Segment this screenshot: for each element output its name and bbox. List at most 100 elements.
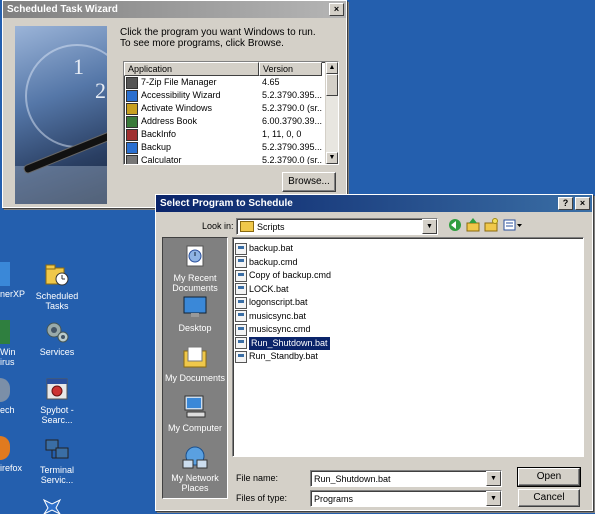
file-item[interactable]: Run_Shutdown.bat [235,335,331,351]
application-version: 4.65 [262,77,280,87]
application-name: 7-Zip File Manager [141,77,217,87]
instruction-line-2: To see more programs, click Browse. [120,38,284,49]
place-my-documents[interactable]: My Documents [163,344,227,383]
file-item[interactable]: Copy of backup.cmd [235,269,331,282]
batch-file-icon [235,350,247,363]
file-name-input[interactable]: Run_Shutdown.bat ▼ [310,470,502,487]
file-item[interactable]: backup.bat [235,242,293,255]
desktop-icon-terminal-services[interactable]: Terminal Servic... [28,436,86,485]
desktop-icon-label: ech [0,405,15,415]
my-computer-icon [181,394,209,420]
vertical-scrollbar[interactable]: ▲ ▼ [325,62,338,164]
batch-file-icon [235,269,247,282]
scroll-down-arrow[interactable]: ▼ [326,152,338,164]
look-in-label: Look in: [202,221,234,231]
file-name: LOCK.bat [249,283,289,294]
desktop-icon-scheduled-tasks[interactable]: Scheduled Tasks [28,262,86,311]
instruction-text: Click the program you want Windows to ru… [120,27,316,49]
batch-file-icon [235,283,247,295]
file-list[interactable]: backup.bat backup.cmd Copy of backup.cmd LO… [232,237,584,457]
application-list[interactable]: Application Version 7-Zip File Manager 4.… [123,61,339,165]
desktop-icon [181,294,209,320]
application-version: 5.2.3790.395... [262,142,322,152]
files-of-type-value: Programs [314,493,354,504]
list-item[interactable]: Backup 5.2.3790.395... [124,141,338,154]
list-item[interactable]: BackInfo 1, 11, 0, 0 [124,128,338,141]
up-folder-icon[interactable] [466,218,480,232]
desktop-icon-label: Win irus [0,347,16,367]
file-item[interactable]: musicsync.bat [235,310,306,323]
desktop-icon-partial-nerxp[interactable]: nerXP [0,262,30,299]
file-item[interactable]: logonscript.bat [235,296,308,309]
look-in-combo[interactable]: Scripts ▼ [236,218,438,235]
chevron-down-icon[interactable]: ▼ [486,471,501,486]
application-name: Activate Windows [141,103,213,113]
application-version: 6.00.3790.39... [262,116,322,126]
scroll-thumb[interactable] [326,74,338,96]
chevron-down-icon[interactable]: ▼ [422,219,437,234]
place-label: My Computer [167,423,222,433]
desktop-icon-label: nerXP [0,289,26,299]
desktop-icon-services[interactable]: Services [28,318,86,357]
files-of-type-select[interactable]: Programs ▼ [310,490,502,507]
file-item[interactable]: musicsync.cmd [235,323,311,336]
dialog-titlebar[interactable]: Select Program to Schedule ? × [156,195,592,212]
wizard-titlebar[interactable]: Scheduled Task Wizard × [3,1,346,18]
list-item[interactable]: 7-Zip File Manager 4.65 [124,76,338,89]
file-name: Run_Shutdown.bat [248,335,331,351]
new-folder-icon[interactable] [484,218,498,232]
desktop-icon-spybot[interactable]: Spybot - Searc... [28,376,86,425]
files-of-type-label: Files of type: [236,493,288,503]
desktop: nerXP Scheduled Tasks Win irus Services … [0,0,595,516]
backinfo-icon [126,128,138,141]
list-item[interactable]: Address Book 6.00.3790.39... [124,115,338,128]
column-header-version[interactable]: Version [259,62,322,76]
batch-file-icon [235,242,247,255]
close-button[interactable]: × [329,3,344,16]
wizard-illustration: 1 2 [15,26,107,204]
browse-button[interactable]: Browse... [282,172,336,192]
desktop-icon-label: irefox [0,463,23,473]
file-name: backup.bat [249,243,294,253]
list-item[interactable]: Activate Windows 5.2.3790.0 (sr... [124,102,338,115]
place-desktop[interactable]: Desktop [163,294,227,333]
select-program-dialog: Select Program to Schedule ? × Look in: … [155,194,593,511]
cancel-button[interactable]: Cancel [518,489,580,507]
desktop-icon-partial-tech[interactable]: ech [0,378,30,415]
scroll-up-arrow[interactable]: ▲ [326,62,338,74]
back-icon[interactable] [448,218,462,232]
application-name: Address Book [141,116,198,126]
desktop-icon-label: Spybot - Searc... [40,405,74,425]
list-item[interactable]: Accessibility Wizard 5.2.3790.395... [124,89,338,102]
file-name: musicsync.bat [249,310,307,321]
chevron-down-icon[interactable]: ▼ [486,491,501,506]
place-my-recent-documents[interactable]: My Recent Documents [163,244,227,293]
place-my-computer[interactable]: My Computer [163,394,227,433]
file-name: Copy of backup.cmd [249,270,332,280]
list-item[interactable]: Calculator 5.2.3790.0 (sr... [124,154,338,164]
close-button[interactable]: × [575,197,590,210]
calculator-icon [126,154,138,164]
desktop-icon-partial-win[interactable]: Win irus [0,320,30,367]
open-button[interactable]: Open [517,467,581,487]
file-name-label: File name: [236,473,279,483]
application-version: 5.2.3790.0 (sr... [262,103,322,113]
place-my-network-places[interactable]: My Network Places [163,444,227,493]
file-name: logonscript.bat [249,297,308,307]
desktop-icon-partial-firefox[interactable]: irefox [0,436,30,473]
file-item[interactable]: LOCK.bat [235,283,289,296]
terminal-services-icon [44,436,70,462]
folder-icon [240,221,254,232]
column-header-application[interactable]: Application [124,62,259,76]
help-button[interactable]: ? [558,197,573,210]
partial-desktop-icon[interactable] [40,498,64,516]
application-version: 1, 11, 0, 0 [262,129,302,139]
dialog-title: Select Program to Schedule [160,198,293,209]
file-item[interactable]: Run_Standby.bat [235,350,318,363]
file-name: backup.cmd [249,256,298,267]
file-item[interactable]: backup.cmd [235,256,298,269]
places-bar: My Recent Documents Desktop My Documents… [162,237,228,499]
view-menu-icon[interactable] [503,218,523,232]
desktop-icon-label: Terminal Servic... [39,465,74,485]
place-label: My Recent Documents [172,273,218,293]
